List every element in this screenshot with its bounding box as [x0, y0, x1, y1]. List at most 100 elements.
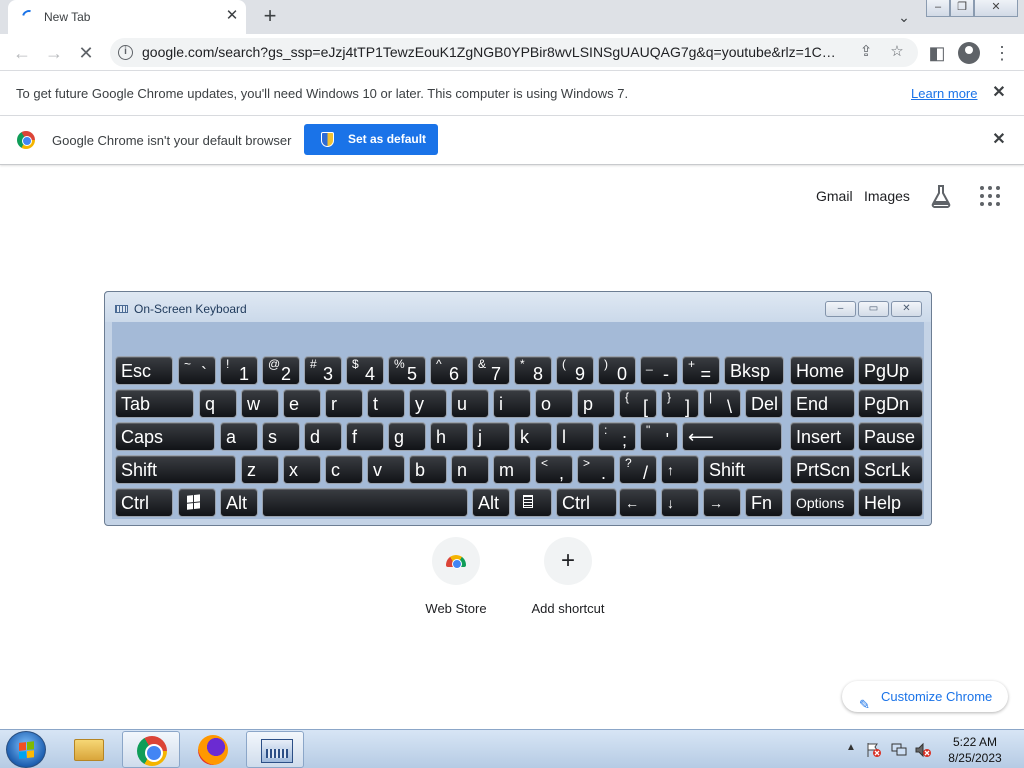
osk-key-4-0-5[interactable]: $4 — [346, 356, 384, 385]
osk-key-e-1-3[interactable]: e — [283, 389, 321, 418]
set-as-default-button[interactable]: Set as default — [304, 124, 438, 155]
images-link[interactable]: Images — [864, 188, 910, 204]
osk-key--1-11[interactable]: {[ — [619, 389, 657, 418]
osk-key--4-7[interactable]: ← — [619, 488, 657, 517]
osk-key-f-2-4[interactable]: f — [346, 422, 384, 451]
osk-key-scrlk-3-14[interactable]: ScrLk — [858, 455, 923, 484]
osk-key-3-0-4[interactable]: #3 — [304, 356, 342, 385]
google-apps-grid-icon[interactable] — [980, 186, 1000, 206]
osk-key--2-11[interactable]: " ' — [640, 422, 678, 451]
tab-new-tab[interactable]: New Tab ✕ — [8, 0, 246, 34]
osk-key-b-3-5[interactable]: b — [409, 455, 447, 484]
new-tab-button[interactable]: + — [258, 4, 282, 28]
osk-key-shift-3-0[interactable]: Shift — [115, 455, 236, 484]
osk-key-p-1-10[interactable]: p — [577, 389, 615, 418]
osk-key-i-1-8[interactable]: i — [493, 389, 531, 418]
osk-key-windowslogoicon-4-1[interactable] — [178, 488, 216, 517]
osk-key-2-0-3[interactable]: @2 — [262, 356, 300, 385]
osk-key-menukeyicon-4-5[interactable] — [514, 488, 552, 517]
osk-key-c-3-3[interactable]: c — [325, 455, 363, 484]
osk-key-8-0-9[interactable]: * 8 — [514, 356, 552, 385]
osk-key-ctrl-4-6[interactable]: Ctrl — [556, 488, 617, 517]
osk-key-options-4-11[interactable]: Options — [790, 488, 855, 517]
osk-key-w-1-2[interactable]: w — [241, 389, 279, 418]
osk-key-alt-4-2[interactable]: Alt — [220, 488, 258, 517]
osk-key-t-1-5[interactable]: t — [367, 389, 405, 418]
osk-key-bksp-0-14[interactable]: Bksp — [724, 356, 784, 385]
osk-key--3-9[interactable]: >. — [577, 455, 615, 484]
forward-arrow-icon[interactable]: → — [42, 41, 66, 65]
shortcut-web-store[interactable]: Web Store — [401, 537, 511, 616]
shortcut-add[interactable]: + Add shortcut — [513, 537, 623, 616]
action-center-flag-icon[interactable] — [866, 742, 882, 758]
osk-key-q-1-1[interactable]: q — [199, 389, 237, 418]
taskbar-firefox[interactable] — [184, 731, 242, 768]
tab-close-icon[interactable]: ✕ — [224, 8, 240, 24]
osk-key--1-12[interactable]: }] — [661, 389, 699, 418]
osk-key-l-2-9[interactable]: l — [556, 422, 594, 451]
osk-key-j-2-7[interactable]: j — [472, 422, 510, 451]
osk-key-esc-0-0[interactable]: Esc — [115, 356, 173, 385]
osk-key-del-1-14[interactable]: Del — [745, 389, 783, 418]
osk-key-tab-1-0[interactable]: Tab — [115, 389, 194, 418]
show-hidden-icons-arrow-icon[interactable]: ▲ — [846, 742, 856, 753]
osk-key-r-1-4[interactable]: r — [325, 389, 363, 418]
address-bar[interactable]: i google.com/search?gs_ssp=eJzj4tTP1Tewz… — [110, 38, 918, 67]
osk-key--4-9[interactable]: → — [703, 488, 741, 517]
osk-key-o-1-9[interactable]: o — [535, 389, 573, 418]
osk-key-end-1-15[interactable]: End — [790, 389, 855, 418]
window-close-button[interactable]: ✕ — [974, 0, 1018, 17]
osk-key-pgup-0-16[interactable]: PgUp — [858, 356, 923, 385]
chrome-labs-flask-icon[interactable] — [930, 184, 952, 208]
osk-key--3-11[interactable]: ↑ — [661, 455, 699, 484]
osk-key-prtscn-3-13[interactable]: PrtScn — [790, 455, 855, 484]
osk-key-d-2-3[interactable]: d — [304, 422, 342, 451]
osk-key--2-10[interactable]: :; — [598, 422, 636, 451]
gmail-link[interactable]: Gmail — [816, 188, 853, 204]
share-icon[interactable]: ⇪ — [856, 42, 876, 62]
taskbar-chrome[interactable] — [122, 731, 180, 768]
osk-key-z-3-1[interactable]: z — [241, 455, 279, 484]
osk-key-h-2-6[interactable]: h — [430, 422, 468, 451]
osk-key-fn-4-10[interactable]: Fn — [745, 488, 783, 517]
minimize-button[interactable]: – — [926, 0, 950, 17]
site-info-icon[interactable]: i — [118, 45, 133, 60]
stop-loading-icon[interactable]: ✕ — [74, 41, 98, 65]
osk-key--0-12[interactable]: _ - — [640, 356, 678, 385]
infobar-close-icon[interactable]: ✕ — [990, 84, 1008, 102]
osk-key--2-12[interactable]: ⟵ — [682, 422, 782, 451]
osk-key-y-1-6[interactable]: y — [409, 389, 447, 418]
osk-key-g-2-5[interactable]: g — [388, 422, 426, 451]
default-bar-close-icon[interactable]: ✕ — [990, 131, 1008, 149]
taskbar-on-screen-keyboard[interactable] — [246, 731, 304, 768]
volume-muted-icon[interactable] — [915, 742, 931, 758]
restore-button[interactable]: ❐ — [950, 0, 974, 17]
osk-key-0-0-11[interactable]: ) 0 — [598, 356, 636, 385]
osk-key-shift-3-12[interactable]: Shift — [703, 455, 783, 484]
side-panel-icon[interactable]: ◧ — [925, 41, 949, 65]
osk-key-help-4-12[interactable]: Help — [858, 488, 923, 517]
osk-key-v-3-4[interactable]: v — [367, 455, 405, 484]
menu-kebab-icon[interactable]: ⋮ — [990, 41, 1014, 65]
taskbar-explorer[interactable] — [60, 731, 118, 768]
osk-key-pause-2-14[interactable]: Pause — [858, 422, 923, 451]
osk-key-a-2-1[interactable]: a — [220, 422, 258, 451]
osk-key-home-0-15[interactable]: Home — [790, 356, 855, 385]
profile-avatar-icon[interactable] — [958, 42, 980, 64]
osk-key-x-3-2[interactable]: x — [283, 455, 321, 484]
osk-key-s-2-2[interactable]: s — [262, 422, 300, 451]
osk-key--3-10[interactable]: ? / — [619, 455, 657, 484]
osk-key--0-1[interactable]: ~ ` — [178, 356, 216, 385]
osk-key--3-8[interactable]: <, — [535, 455, 573, 484]
osk-key-pgdn-1-16[interactable]: PgDn — [858, 389, 923, 418]
tab-search-icon[interactable]: ⌄ — [893, 6, 915, 28]
network-icon[interactable] — [891, 742, 907, 758]
osk-key-ctrl-4-0[interactable]: Ctrl — [115, 488, 173, 517]
osk-key--4-8[interactable]: ↓ — [661, 488, 699, 517]
system-clock[interactable]: 5:22 AM 8/25/2023 — [940, 734, 1010, 766]
osk-key-caps-2-0[interactable]: Caps — [115, 422, 215, 451]
osk-key-7-0-8[interactable]: & 7 — [472, 356, 510, 385]
osk-key-m-3-7[interactable]: m — [493, 455, 531, 484]
osk-key-alt-4-4[interactable]: Alt — [472, 488, 510, 517]
osk-key-u-1-7[interactable]: u — [451, 389, 489, 418]
